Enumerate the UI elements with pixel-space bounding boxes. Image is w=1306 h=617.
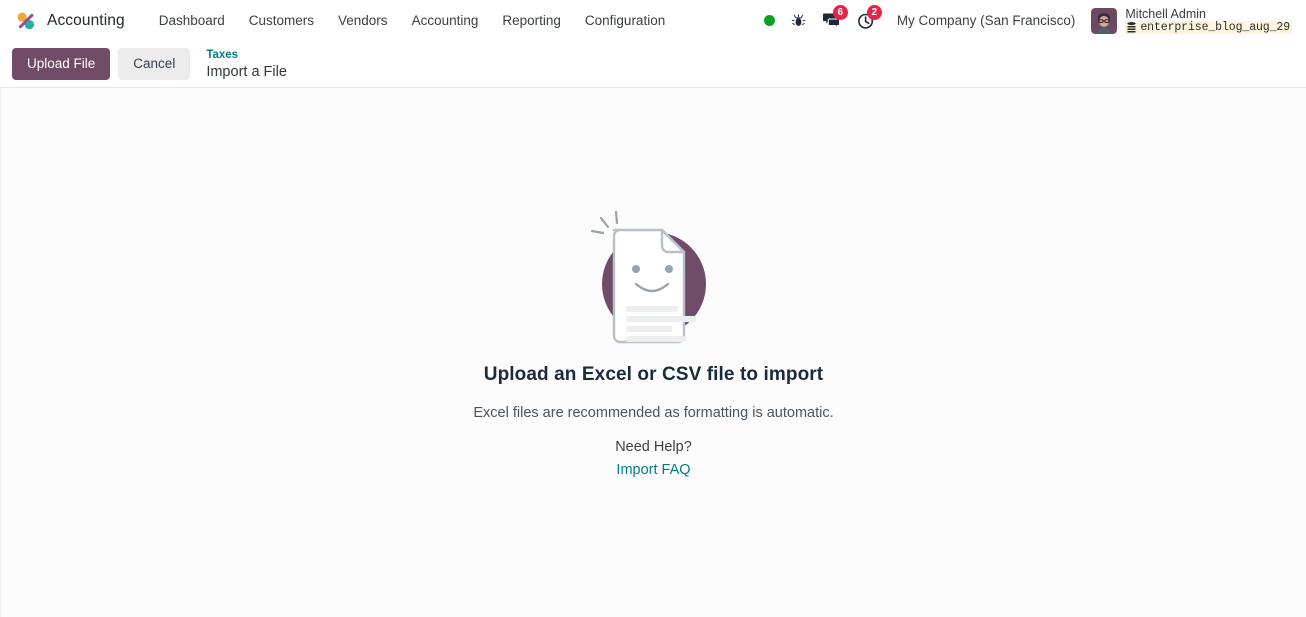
import-faq-link[interactable]: Import FAQ [616, 462, 690, 478]
user-info: Mitchell Admin enterprise_blog_aug_29 [1125, 7, 1292, 35]
breadcrumb: Taxes Import a File [206, 47, 287, 81]
upload-prompt: Upload an Excel or CSV file to import Ex… [344, 206, 964, 617]
control-panel: Upload File Cancel Taxes Import a File [0, 41, 1306, 88]
menu-item-reporting[interactable]: Reporting [490, 0, 573, 41]
odoo-percent-logo-icon [14, 9, 38, 33]
systray: 6 2 My Company (San Francisco) Mitchell … [756, 0, 1296, 41]
activities-count-badge: 2 [866, 5, 882, 20]
database-indicator: enterprise_blog_aug_29 [1125, 21, 1292, 35]
database-name: enterprise_blog_aug_29 [1140, 21, 1290, 35]
status-indicator-button[interactable] [756, 0, 783, 41]
upload-subtitle: Excel files are recommended as formattin… [473, 405, 834, 421]
top-navbar: Accounting Dashboard Customers Vendors A… [0, 0, 1306, 41]
green-status-dot-icon [763, 15, 775, 26]
menu-item-configuration[interactable]: Configuration [573, 0, 677, 41]
debug-menu-button[interactable] [783, 0, 814, 41]
cancel-button[interactable]: Cancel [118, 47, 191, 81]
database-icon [1127, 22, 1136, 33]
smiling-document-illustration-icon [574, 206, 734, 346]
breadcrumb-item-taxes[interactable]: Taxes [206, 48, 287, 62]
user-menu[interactable]: Mitchell Admin enterprise_blog_aug_29 [1085, 0, 1296, 41]
user-name: Mitchell Admin [1125, 6, 1206, 21]
menu-item-accounting[interactable]: Accounting [400, 0, 491, 41]
menu-item-dashboard[interactable]: Dashboard [147, 0, 237, 41]
main-menu: Dashboard Customers Vendors Accounting R… [147, 0, 678, 41]
breadcrumb-current-import-a-file: Import a File [206, 63, 287, 80]
page-title: Upload an Excel or CSV file to import [483, 364, 824, 385]
menu-item-vendors[interactable]: Vendors [326, 0, 400, 41]
user-avatar-icon [1091, 7, 1118, 34]
menu-item-customers[interactable]: Customers [237, 0, 326, 41]
activities-menu-button[interactable]: 2 [849, 0, 883, 41]
app-brand-home-link[interactable]: Accounting [12, 0, 135, 41]
upload-file-button[interactable]: Upload File [12, 47, 111, 81]
app-name: Accounting [47, 11, 125, 29]
bug-icon [791, 14, 806, 26]
need-help-label: Need Help? [615, 439, 692, 455]
messages-menu-button[interactable]: 6 [814, 0, 849, 41]
company-switcher[interactable]: My Company (San Francisco) [883, 13, 1086, 28]
messages-count-badge: 6 [832, 5, 848, 20]
import-content-area: Upload an Excel or CSV file to import Ex… [0, 88, 1306, 617]
